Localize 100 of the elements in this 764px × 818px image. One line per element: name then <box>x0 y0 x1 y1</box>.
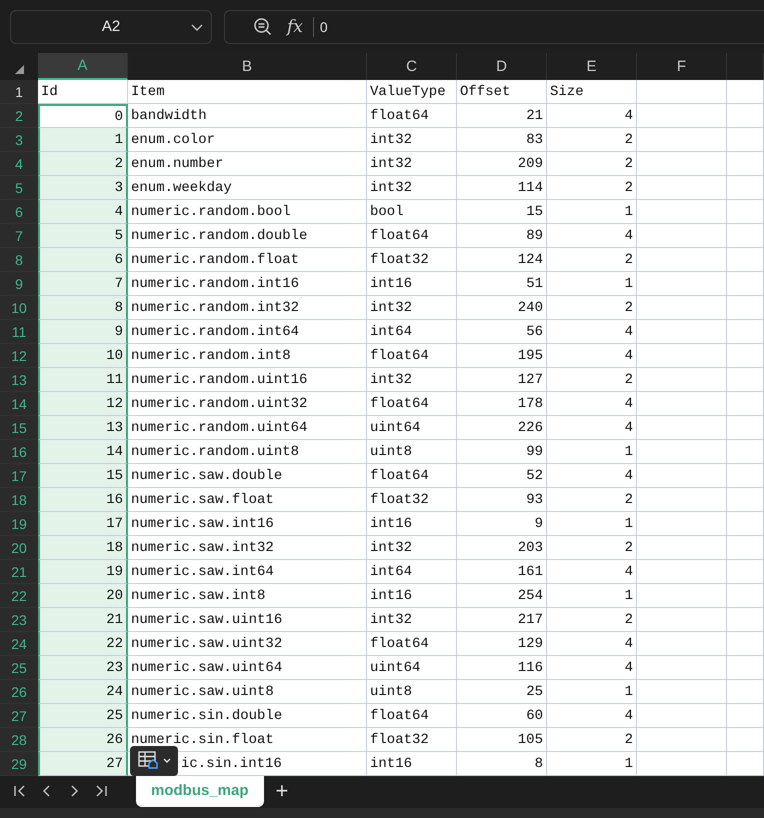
formula-bar[interactable]: fx 0 <box>224 10 764 44</box>
table-cell: 2 <box>547 296 637 320</box>
table-cell: int32 <box>367 152 457 176</box>
table-cell: 25 <box>457 680 547 704</box>
table-cell: 21 <box>457 104 547 128</box>
table-cell: bool <box>367 200 457 224</box>
table-cell: 4 <box>547 104 637 128</box>
table-cell <box>727 128 764 152</box>
first-sheet-icon[interactable] <box>13 784 27 798</box>
row-header[interactable]: 14 <box>0 392 38 416</box>
row-header[interactable]: 29 <box>0 752 38 776</box>
table-cell: 23 <box>38 656 128 680</box>
table-cell: 1 <box>547 512 637 536</box>
table-cell: 2 <box>547 248 637 272</box>
table-cell: enum.color <box>128 128 367 152</box>
table-cell: float64 <box>367 104 457 128</box>
row-header[interactable]: 11 <box>0 320 38 344</box>
table-cell: 2 <box>38 152 128 176</box>
table-cell <box>727 704 764 728</box>
row-header[interactable]: 7 <box>0 224 38 248</box>
table-cell: 16 <box>38 488 128 512</box>
add-sheet-button[interactable]: + <box>276 778 288 804</box>
table-cell: int16 <box>367 272 457 296</box>
table-cell: numeric.saw.uint8 <box>128 680 367 704</box>
table-cell: uint64 <box>367 416 457 440</box>
table-cell: 21 <box>38 608 128 632</box>
table-cell: 60 <box>457 704 547 728</box>
sheet-tab[interactable]: modbus_map <box>136 776 264 807</box>
row-header[interactable]: 24 <box>0 632 38 656</box>
row-header[interactable]: 25 <box>0 656 38 680</box>
row-header[interactable]: 9 <box>0 272 38 296</box>
table-cell: int32 <box>367 128 457 152</box>
table-cell: 254 <box>457 584 547 608</box>
row-header[interactable]: 3 <box>0 128 38 152</box>
table-cell: int16 <box>367 752 457 776</box>
row-header[interactable]: 13 <box>0 368 38 392</box>
row-header[interactable]: 28 <box>0 728 38 752</box>
table-cell: 52 <box>457 464 547 488</box>
table-cell: 93 <box>457 488 547 512</box>
table-cell: float64 <box>367 632 457 656</box>
row-header[interactable]: 17 <box>0 464 38 488</box>
row-header[interactable]: 8 <box>0 248 38 272</box>
table-cell: Offset <box>457 80 547 104</box>
table-cell: 25 <box>38 704 128 728</box>
row-header[interactable]: 23 <box>0 608 38 632</box>
table-cell: 9 <box>38 320 128 344</box>
row-header[interactable]: 21 <box>0 560 38 584</box>
row-header[interactable]: 22 <box>0 584 38 608</box>
row-header[interactable]: 26 <box>0 680 38 704</box>
table-cell: uint8 <box>367 440 457 464</box>
row-header[interactable]: 19 <box>0 512 38 536</box>
row-header[interactable]: 2 <box>0 104 38 128</box>
function-label[interactable]: fx <box>287 16 303 36</box>
table-cell: numeric.saw.uint32 <box>128 632 367 656</box>
table-cell: 127 <box>457 368 547 392</box>
row-header[interactable]: 6 <box>0 200 38 224</box>
table-cell: float64 <box>367 224 457 248</box>
table-cell: 2 <box>547 152 637 176</box>
row-header[interactable]: 20 <box>0 536 38 560</box>
table-cell: 83 <box>457 128 547 152</box>
select-all-icon[interactable] <box>14 65 24 74</box>
row-header[interactable]: 16 <box>0 440 38 464</box>
column-header[interactable]: A <box>38 53 128 80</box>
table-cell: 26 <box>38 728 128 752</box>
row-header[interactable]: 18 <box>0 488 38 512</box>
table-cell: 1 <box>547 680 637 704</box>
table-cell: 2 <box>547 128 637 152</box>
table-cell: numeric.random.int64 <box>128 320 367 344</box>
table-cell: 1 <box>547 200 637 224</box>
table-cell <box>727 728 764 752</box>
table-cell: numeric.saw.uint16 <box>128 608 367 632</box>
row-header[interactable]: 4 <box>0 152 38 176</box>
row-header[interactable]: 5 <box>0 176 38 200</box>
table-cell <box>727 344 764 368</box>
table-cell: 114 <box>457 176 547 200</box>
name-box[interactable]: A2 <box>10 10 212 44</box>
table-cell <box>727 752 764 776</box>
table-cell <box>727 320 764 344</box>
row-header[interactable]: 12 <box>0 344 38 368</box>
row-header[interactable]: 27 <box>0 704 38 728</box>
table-cell: 5 <box>38 224 128 248</box>
table-style-button[interactable] <box>130 746 178 776</box>
table-cell: 4 <box>547 224 637 248</box>
table-cell <box>727 248 764 272</box>
row-header[interactable]: 10 <box>0 296 38 320</box>
table-cell: numeric.saw.int16 <box>128 512 367 536</box>
table-cell: 2 <box>547 608 637 632</box>
table-cell: int32 <box>367 176 457 200</box>
table-cell: 105 <box>457 728 547 752</box>
cell-reference: A2 <box>102 18 120 35</box>
table-cell: numeric.random.uint8 <box>128 440 367 464</box>
row-header[interactable]: 1 <box>0 80 38 104</box>
table-cell: numeric.random.uint16 <box>128 368 367 392</box>
table-cell: float32 <box>367 728 457 752</box>
table-cell: 15 <box>457 200 547 224</box>
row-header[interactable]: 15 <box>0 416 38 440</box>
last-sheet-icon[interactable] <box>94 784 108 798</box>
table-cell <box>727 560 764 584</box>
magnifier-icon[interactable] <box>253 16 273 36</box>
chevron-down-icon <box>191 24 203 32</box>
